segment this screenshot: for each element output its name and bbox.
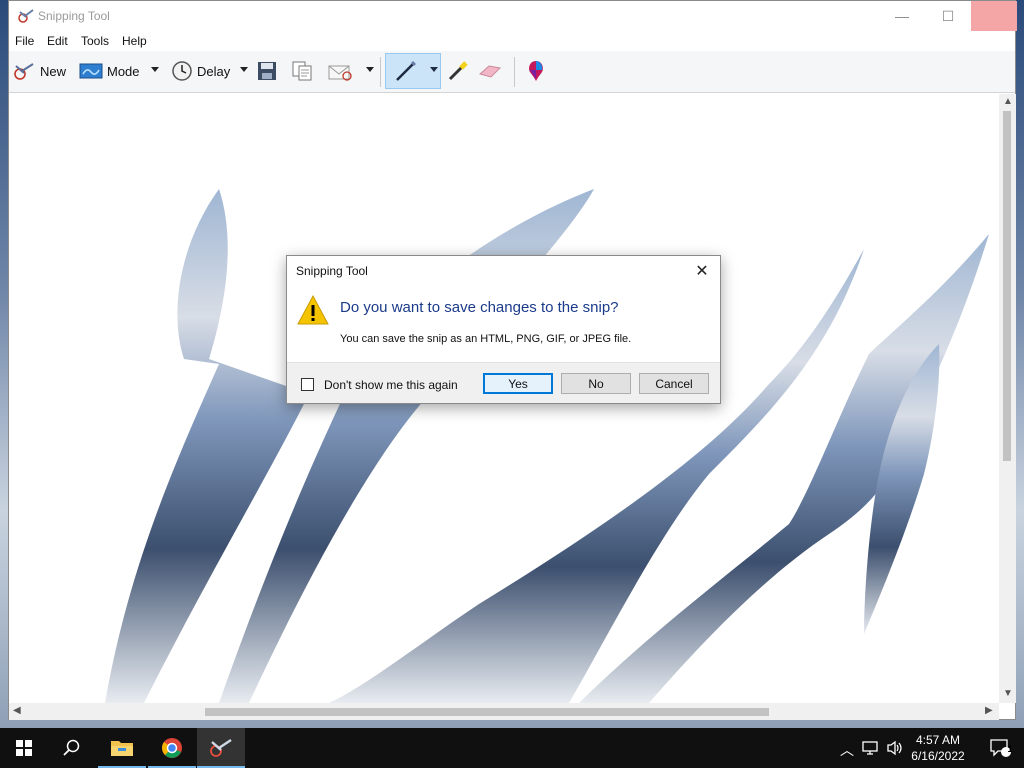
cancel-button[interactable]: Cancel [639,373,709,394]
notification-count: 1 [1007,744,1013,754]
dialog-message: You can save the snip as an HTML, PNG, G… [340,333,632,345]
send-snip-button[interactable] [327,51,353,91]
start-button[interactable] [0,728,48,768]
volume-icon[interactable] [886,740,904,756]
mode-button[interactable]: Mode [79,51,140,91]
edit-paint3d-button[interactable] [525,51,547,91]
mode-label: Mode [107,63,140,79]
highlighter-icon [448,61,468,81]
save-changes-dialog: Snipping Tool ✕ Do you want to save chan… [286,255,721,404]
file-explorer-icon [111,741,133,756]
scroll-down-arrow[interactable]: ▼ [1003,688,1013,699]
clock-date[interactable]: 6/16/2022 [906,749,970,763]
delay-dropdown-caret[interactable] [240,67,248,72]
snipping-tool-app-icon [18,9,34,23]
start-icon [16,740,32,756]
delay-label: Delay [197,63,231,79]
copy-icon [292,61,312,81]
highlighter-button[interactable] [446,51,470,91]
vertical-scrollbar[interactable]: ▲ ▼ [999,94,1016,703]
close-button[interactable] [971,1,1017,31]
chrome-button[interactable] [148,728,196,768]
pen-button[interactable] [393,51,419,91]
file-explorer-button[interactable] [98,728,146,768]
clock-icon [172,61,192,81]
dont-show-again-checkbox[interactable] [301,378,314,391]
dialog-title: Snipping Tool [296,264,368,278]
mode-icon [79,63,103,79]
dialog-close-button[interactable]: ✕ [692,261,712,281]
network-icon[interactable] [862,741,880,755]
paint3d-icon [529,61,543,81]
no-button[interactable]: No [561,373,631,394]
maximize-button[interactable]: ☐ [925,1,971,31]
send-email-icon [328,65,352,81]
send-dropdown-caret[interactable] [366,67,374,72]
search-button[interactable] [48,728,96,768]
dont-show-again-label[interactable]: Don't show me this again [324,378,458,392]
snipping-tool-icon [210,738,232,757]
delay-button[interactable]: Delay [171,51,230,91]
toolbar-separator-2 [514,57,515,87]
menu-help[interactable]: Help [122,34,147,48]
horizontal-scroll-thumb[interactable] [205,708,769,716]
copy-button[interactable] [291,51,313,91]
scroll-right-arrow[interactable]: ▶ [985,705,993,716]
toolbar: New Mode Delay [9,51,1015,93]
show-hidden-icons-chevron[interactable]: ︿ [840,740,854,760]
save-icon [258,62,276,80]
eraser-button[interactable] [477,51,503,91]
new-snip-icon [14,63,34,80]
menu-tools[interactable]: Tools [81,34,109,48]
dialog-footer: Don't show me this again Yes No Cancel [287,362,720,403]
snipping-tool-taskbar-button[interactable] [197,728,245,768]
horizontal-scrollbar[interactable]: ◀ ▶ [9,703,999,720]
new-button[interactable]: New [12,51,66,91]
taskbar: ︿ 4:57 AM 6/16/2022 1 [0,728,1024,768]
warning-icon [297,294,329,325]
search-icon [63,739,80,756]
dialog-heading: Do you want to save changes to the snip? [340,299,619,316]
menu-file[interactable]: File [15,34,34,48]
clock-time[interactable]: 4:57 AM [910,733,966,747]
eraser-icon [478,65,502,78]
action-center-button[interactable]: 1 [976,728,1024,768]
minimize-button[interactable]: — [879,1,925,31]
save-snip-button[interactable] [257,51,277,91]
window-title: Snipping Tool [38,9,110,23]
pen-dropdown-caret[interactable] [430,67,438,72]
toolbar-separator [380,57,381,87]
mode-dropdown-caret[interactable] [151,67,159,72]
vertical-scroll-thumb[interactable] [1003,111,1011,461]
scroll-left-arrow[interactable]: ◀ [13,705,21,716]
menu-edit[interactable]: Edit [47,34,68,48]
menu-bar: File Edit Tools Help [9,31,1015,51]
title-bar: Snipping Tool — ☐ [9,1,1017,31]
scroll-up-arrow[interactable]: ▲ [1003,96,1013,107]
pen-icon [396,60,417,81]
yes-button[interactable]: Yes [483,373,553,394]
chrome-icon [162,738,182,758]
new-label: New [40,63,67,79]
